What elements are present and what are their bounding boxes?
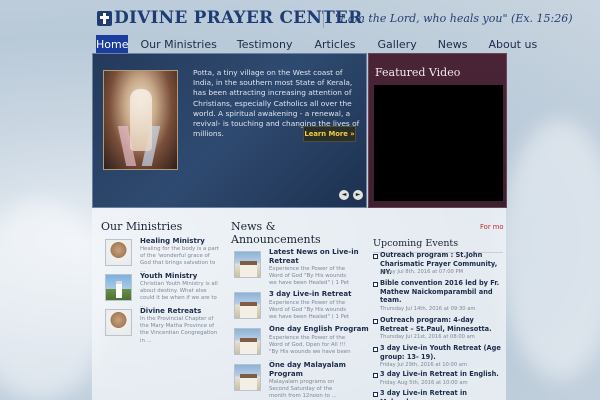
- ministry-excerpt: Christian Youth Ministry is all about de…: [140, 281, 218, 309]
- news-heading-line: News &: [231, 220, 276, 233]
- news-title[interactable]: 3 day Live-in Retreat: [269, 290, 351, 299]
- news-thumbnail[interactable]: [234, 251, 261, 278]
- news-title-line[interactable]: Retreat: [269, 257, 359, 266]
- image-figure: [130, 89, 152, 151]
- event-bullet-icon: [373, 347, 378, 352]
- nav-testimony[interactable]: Testimony: [237, 35, 293, 55]
- event-date: Friday Aug 5th, 2016 at 10:00 am: [380, 380, 468, 386]
- hero-slider: Potta, a tiny village on the West coast …: [92, 53, 367, 208]
- news-title[interactable]: One day English Program: [269, 325, 369, 334]
- news-thumbnail[interactable]: [234, 328, 261, 355]
- event-title[interactable]: Bible convention 2016 led by Fr. Mathew …: [380, 279, 504, 305]
- event-title[interactable]: 3 day Live-in Retreat in Malayalam: [380, 389, 504, 400]
- youth-ministry-thumbnail[interactable]: [105, 274, 132, 301]
- news-title[interactable]: Latest News on Live-in Retreat: [269, 248, 359, 265]
- news-thumbnail[interactable]: [234, 292, 261, 319]
- news-title-line[interactable]: One day Malayalam: [269, 361, 346, 370]
- slider-next-icon[interactable]: ►: [353, 190, 363, 200]
- event-bullet-icon: [373, 319, 378, 324]
- event-date: Friday Jul 29th, 2016 at 10:00 am: [380, 362, 468, 368]
- event-bullet-icon: [373, 392, 378, 397]
- ministries-heading: Our Ministries: [101, 220, 183, 233]
- divine-retreats-thumbnail[interactable]: [105, 309, 132, 336]
- nav-about-us[interactable]: About us: [488, 35, 537, 55]
- events-heading: Upcoming Events: [373, 238, 459, 249]
- learn-more-button[interactable]: Learn More »: [303, 126, 356, 142]
- event-title[interactable]: 3 day Live-in Youth Retreat (Age group: …: [380, 344, 504, 361]
- nav-news[interactable]: News: [438, 35, 468, 55]
- ministry-excerpt: Healing for the body is a part of the 'w…: [140, 246, 220, 274]
- cross-logo-icon[interactable]: [97, 11, 112, 26]
- featured-video-title: Featured Video: [375, 66, 461, 79]
- divine-mercy-image: [103, 70, 178, 170]
- slider-prev-icon[interactable]: ◄: [339, 190, 349, 200]
- background-splash: [500, 120, 600, 380]
- event-title[interactable]: 3 day Live-in Retreat in English.: [380, 370, 504, 379]
- video-player[interactable]: [374, 85, 503, 201]
- event-title[interactable]: Outreach program: 4-day Retreat – St.Pau…: [380, 316, 504, 333]
- header-divider: [323, 10, 324, 28]
- site-name[interactable]: DIVINE PRAYER CENTER: [114, 8, 362, 28]
- news-thumbnail[interactable]: [234, 364, 261, 391]
- ministry-title[interactable]: Youth Ministry: [140, 272, 197, 281]
- nav-our-ministries[interactable]: Our Ministries: [140, 35, 216, 55]
- nav-home[interactable]: Home: [96, 35, 129, 55]
- news-title[interactable]: One day Malayalam Program: [269, 361, 346, 378]
- event-bullet-icon: [373, 282, 378, 287]
- news-title-line[interactable]: Latest News on Live-in: [269, 248, 359, 257]
- event-bullet-icon: [373, 373, 378, 378]
- news-heading-line: Announcements: [231, 233, 321, 246]
- event-date: Thursday Jul 21st, 2016 at 08:00 am: [380, 334, 475, 340]
- event-bullet-icon: [373, 254, 378, 259]
- ministry-title[interactable]: Divine Retreats: [140, 307, 201, 316]
- ministry-title[interactable]: Healing Ministry: [140, 237, 205, 246]
- nav-gallery[interactable]: Gallery: [378, 35, 417, 55]
- news-title-line[interactable]: Program: [269, 370, 346, 379]
- event-date: Thursday Jul 14th, 2016 at 09:30 am: [380, 306, 476, 312]
- event-date: Friday Jul 8th, 2016 at 07:00 PM: [380, 269, 464, 275]
- upcoming-events-panel: Upcoming Events Outreach program : St.Jo…: [370, 226, 506, 400]
- nav-articles[interactable]: Articles: [315, 35, 356, 55]
- news-heading: News & Announcements: [231, 220, 321, 246]
- tagline: "I am the Lord, who heals you" (Ex. 15:2…: [335, 12, 573, 25]
- healing-ministry-thumbnail[interactable]: [105, 239, 132, 266]
- main-navigation: Home Our Ministries Testimony Articles G…: [96, 35, 537, 55]
- news-excerpt: Malayalam programs on Second Saturday of…: [269, 379, 337, 400]
- site-header: DIVINE PRAYER CENTER "I am the Lord, who…: [0, 0, 600, 35]
- news-excerpt: Experience the Power of the Word of God,…: [269, 335, 351, 363]
- featured-video-panel: Featured Video: [368, 53, 507, 208]
- ministry-excerpt: In the Provincial Chapter of the Mary Ma…: [140, 316, 218, 344]
